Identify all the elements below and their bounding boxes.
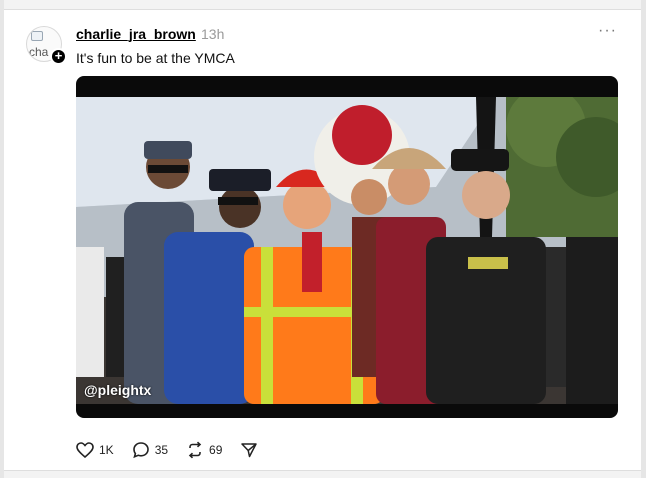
- image-watermark: @pleightx: [84, 382, 152, 398]
- follow-plus-icon[interactable]: +: [50, 48, 67, 65]
- post-card: cha + charlie_jra_brown 13h ··· It's fun…: [4, 9, 641, 471]
- repost-button[interactable]: 69: [186, 441, 222, 459]
- post-image[interactable]: @pleightx: [76, 76, 618, 418]
- like-count: 1K: [99, 443, 114, 457]
- repost-count: 69: [209, 443, 223, 457]
- post-text: It's fun to be at the YMCA: [76, 50, 235, 66]
- heart-icon: [76, 442, 94, 458]
- repost-icon: [188, 441, 202, 459]
- post-actions: 1K 35 69: [76, 440, 281, 460]
- comment-icon: [132, 442, 149, 459]
- page-gutter-right: [641, 0, 646, 478]
- post-timestamp[interactable]: 13h: [201, 26, 224, 42]
- author-username[interactable]: charlie_jra_brown: [76, 26, 196, 42]
- author-avatar[interactable]: cha +: [26, 26, 67, 66]
- share-icon: [241, 443, 258, 458]
- more-options-icon[interactable]: ···: [598, 22, 617, 40]
- share-button[interactable]: [240, 441, 263, 459]
- reply-count: 35: [154, 443, 169, 457]
- photo-illustration: [76, 97, 618, 404]
- avatar-alt-text: cha: [29, 45, 49, 59]
- broken-image-icon: [31, 31, 43, 41]
- reply-button[interactable]: 35: [132, 441, 168, 459]
- like-button[interactable]: 1K: [76, 442, 114, 458]
